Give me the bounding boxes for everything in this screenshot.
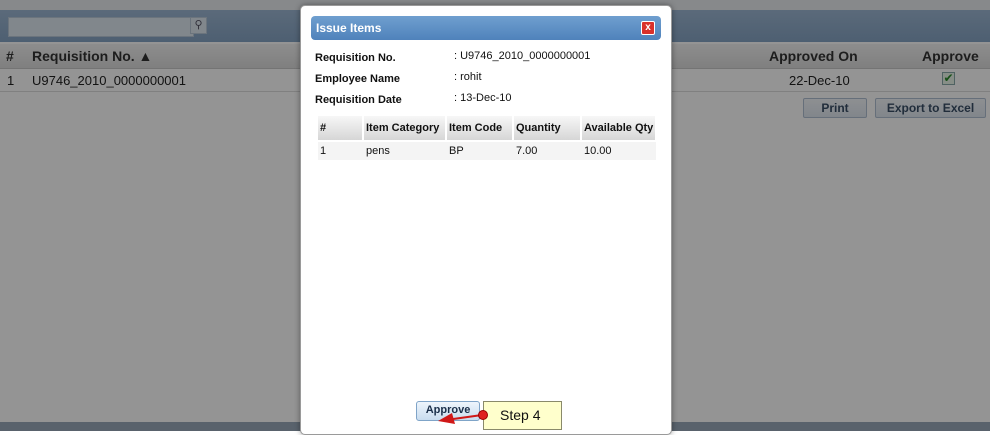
header-item-category[interactable]: Item Category (364, 116, 446, 140)
callout-dot-icon (478, 410, 488, 420)
header-available-qty[interactable]: Available Qty (582, 116, 656, 140)
cell-index: 1 (320, 145, 327, 157)
requisition-date-label: Requisition Date (315, 94, 402, 106)
callout-arrow-icon (438, 413, 483, 424)
header-index[interactable]: # (318, 116, 363, 140)
cell-available-qty: 10.00 (584, 145, 612, 157)
items-table-header: # Item Category Item Code Quantity Avail… (318, 116, 656, 140)
cell-quantity: 7.00 (516, 145, 538, 157)
employee-name-label: Employee Name (315, 73, 400, 85)
employee-name-value: : rohit (454, 71, 482, 83)
header-item-code[interactable]: Item Code (447, 116, 513, 140)
requisition-date-value: : 13-Dec-10 (454, 92, 512, 104)
header-quantity[interactable]: Quantity (514, 116, 581, 140)
cell-item-code: BP (449, 145, 464, 157)
close-icon[interactable]: x (641, 21, 655, 35)
table-row[interactable]: 1 pens BP 7.00 10.00 (318, 142, 656, 160)
issue-items-dialog: Issue Items x Requisition No. : U9746_20… (300, 5, 672, 435)
dialog-title: Issue Items (316, 21, 382, 35)
requisition-no-label: Requisition No. (315, 52, 396, 64)
step-callout: Step 4 (483, 401, 562, 430)
cell-item-category: pens (366, 145, 390, 157)
requisition-no-value: : U9746_2010_0000000001 (454, 50, 591, 62)
dialog-title-bar: Issue Items x (311, 16, 661, 40)
